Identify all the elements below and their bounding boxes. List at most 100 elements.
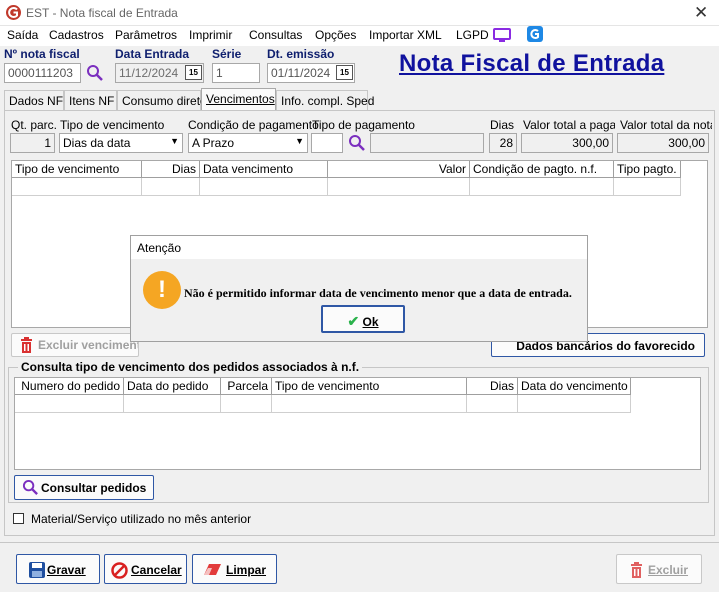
excluir-button[interactable]: Excluir [616, 554, 702, 584]
dialog-title: Atenção [137, 241, 182, 255]
grid-cell[interactable] [200, 178, 328, 196]
monitor-icon[interactable] [493, 28, 511, 43]
tipo-pag-desc-field [370, 133, 484, 153]
qt-parc-label: Qt. parc. [11, 118, 58, 132]
menu-opcoes[interactable]: Opções [315, 28, 356, 42]
grid-cell[interactable] [518, 395, 631, 413]
grid-header[interactable]: Data do pedido [124, 378, 221, 395]
grid-cell[interactable] [470, 178, 614, 196]
grid-header[interactable]: Parcela [221, 378, 272, 395]
grid-cell[interactable] [272, 395, 467, 413]
grid-header[interactable]: Valor [328, 161, 470, 178]
limpar-button[interactable]: Limpar [192, 554, 277, 584]
gravar-button[interactable]: Gravar [16, 554, 100, 584]
consultar-pedidos-button[interactable]: Consultar pedidos [14, 475, 154, 500]
grid-header[interactable]: Tipo de vencimento [272, 378, 467, 395]
tipo-venc-select[interactable]: Dias da data ▼ [59, 133, 183, 153]
grid-header[interactable]: Dias [142, 161, 200, 178]
tab-dados-nf[interactable]: Dados NF [4, 90, 64, 110]
data-entrada-label: Data Entrada [115, 47, 190, 61]
menu-consultas[interactable]: Consultas [249, 28, 302, 42]
menu-lgpd[interactable]: LGPD [456, 28, 489, 42]
grid-header[interactable]: Data do vencimento [518, 378, 631, 395]
grid-header[interactable]: Numero do pedido [15, 378, 124, 395]
save-icon [29, 562, 45, 578]
menu-bar: Saída Cadastros Parâmetros Imprimir Cons… [0, 26, 719, 46]
cancelar-button[interactable]: Cancelar [104, 554, 187, 584]
tipo-venc-value: Dias da data [63, 136, 131, 150]
calendar-icon[interactable]: 15 [336, 65, 353, 80]
tipo-venc-label: Tipo de vencimento [60, 118, 165, 132]
app-logo-icon [6, 5, 21, 20]
menu-imprimir[interactable]: Imprimir [189, 28, 232, 42]
chevron-down-icon: ▼ [170, 136, 179, 146]
grid-cell[interactable] [328, 178, 470, 196]
search-icon[interactable] [86, 64, 104, 82]
menu-importar-xml[interactable]: Importar XML [369, 28, 442, 42]
g-app-icon[interactable] [527, 26, 543, 42]
grid-cell[interactable] [467, 395, 518, 413]
warning-icon: ! [143, 271, 181, 309]
grid-header[interactable]: Dias [467, 378, 518, 395]
trash-icon [21, 337, 32, 353]
grid-header[interactable]: Tipo pagto. [614, 161, 681, 178]
data-entrada-value: 11/12/2024 [119, 66, 179, 80]
nota-label: Nº nota fiscal [4, 47, 80, 61]
grid-header[interactable]: Condição de pagto. n.f. [470, 161, 614, 178]
valor-nota-label: Valor total da nota [620, 118, 712, 132]
calendar-icon[interactable]: 15 [185, 65, 202, 80]
cond-pag-value: A Prazo [192, 136, 235, 150]
tab-consumo-direto[interactable]: Consumo direto [117, 90, 207, 110]
mes-anterior-label: Material/Serviço utilizado no mês anteri… [31, 512, 252, 526]
tab-itens-nf[interactable]: Itens NF [64, 90, 117, 110]
valor-pagar-label: Valor total a pagar [523, 118, 615, 132]
check-icon: ✔ [347, 313, 360, 329]
search-icon [22, 479, 38, 495]
nota-field[interactable]: 0000111203 [4, 63, 81, 83]
cond-pag-select[interactable]: A Prazo ▼ [188, 133, 308, 153]
grid-cell[interactable] [124, 395, 221, 413]
grid-header[interactable]: Data vencimento [200, 161, 328, 178]
grid-cell[interactable] [142, 178, 200, 196]
cancelar-label: Cancelar [131, 563, 182, 577]
limpar-label: Limpar [226, 563, 267, 577]
tab-vencimentos[interactable]: Vencimentos [201, 88, 276, 110]
chevron-down-icon: ▼ [295, 136, 304, 146]
close-icon[interactable]: ✕ [694, 3, 708, 23]
menu-saida[interactable]: Saída [7, 28, 38, 42]
grid-cell[interactable] [12, 178, 142, 196]
menu-parametros[interactable]: Parâmetros [115, 28, 177, 42]
menu-cadastros[interactable]: Cadastros [49, 28, 104, 42]
dt-emissao-value: 01/11/2024 [271, 66, 331, 80]
grid-cell[interactable] [15, 395, 124, 413]
alert-dialog: ! Não é permitido informar data de venci… [130, 259, 588, 342]
tipo-pag-label: Tipo de pagamento [312, 118, 415, 132]
eraser-icon [204, 564, 221, 575]
footer-divider [0, 542, 719, 543]
dias-label: Dias [490, 118, 515, 132]
qt-parc-field[interactable]: 1 [10, 133, 55, 153]
page-title: Nota Fiscal de Entrada [399, 50, 665, 77]
grid-header[interactable]: Tipo de vencimento [12, 161, 142, 178]
dialog-title-bar: Atenção [130, 235, 588, 259]
search-icon[interactable] [348, 134, 366, 152]
grid-cell[interactable] [614, 178, 681, 196]
grid-cell[interactable] [221, 395, 272, 413]
mes-anterior-checkbox[interactable] [13, 513, 24, 524]
excluir-vencimento-button[interactable]: Excluir vencimento [11, 333, 139, 357]
tab-strip: Dados NF Itens NF Consumo direto Vencime… [4, 88, 715, 110]
window-title: EST - Nota fiscal de Entrada [26, 6, 178, 20]
ok-button[interactable]: ✔ Ok [321, 305, 405, 333]
pedidos-grid[interactable]: Numero do pedido Data do pedido Parcela … [14, 377, 701, 470]
pedidos-section-title: Consulta tipo de vencimento dos pedidos … [18, 360, 363, 374]
tab-info-compl-sped[interactable]: Info. compl. Sped [276, 90, 374, 110]
consultar-pedidos-label: Consultar pedidos [41, 481, 147, 495]
serie-field[interactable]: 1 [212, 63, 260, 83]
dias-field: 28 [489, 133, 517, 153]
dt-emissao-label: Dt. emissão [267, 47, 335, 61]
excluir-label: Excluir [648, 563, 689, 577]
gravar-label: Gravar [47, 563, 86, 577]
trash-icon [631, 562, 642, 578]
tipo-pag-field[interactable] [311, 133, 343, 153]
tab-vencimentos-label: Vencimentos [206, 92, 275, 106]
